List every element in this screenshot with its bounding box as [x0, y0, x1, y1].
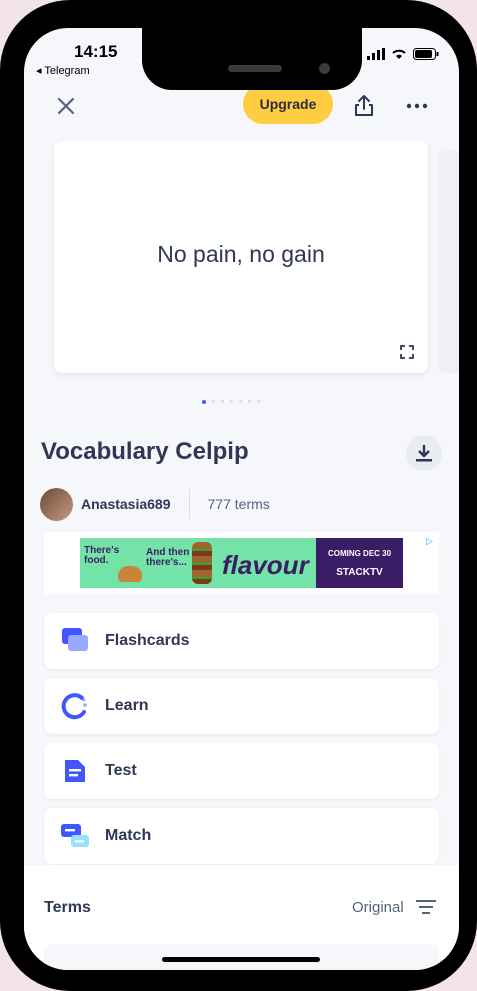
signal-icon — [367, 48, 385, 60]
camera — [319, 63, 330, 74]
speaker — [228, 65, 282, 72]
battery-icon — [413, 48, 439, 60]
more-options-icon[interactable] — [403, 94, 431, 118]
share-icon[interactable] — [350, 92, 378, 120]
phone-frame: 14:15 ◂ Telegram Upgrade No pain, no gai… — [0, 0, 477, 991]
match-icon — [61, 824, 89, 847]
study-mode-label: Flashcards — [105, 632, 190, 649]
set-title: Vocabulary Celpip — [41, 438, 249, 465]
ad-right-panel: COMING DEC 30 STACKTV — [316, 538, 403, 588]
expand-icon[interactable] — [400, 345, 414, 359]
author-row: Anastasia689 777 terms — [40, 487, 270, 521]
download-button[interactable] — [406, 435, 442, 471]
study-mode-flashcards[interactable]: Flashcards — [44, 613, 439, 669]
carousel-dot — [221, 400, 224, 403]
app-screen: 14:15 ◂ Telegram Upgrade No pain, no gai… — [24, 28, 459, 970]
carousel-dot — [239, 400, 242, 403]
study-mode-label: Learn — [105, 697, 149, 714]
home-indicator[interactable] — [162, 957, 320, 962]
tall-burger-image — [192, 542, 212, 584]
sort-filter-icon[interactable] — [416, 898, 436, 916]
carousel-dot — [248, 400, 251, 403]
wifi-icon — [392, 49, 406, 59]
study-mode-match[interactable]: Match — [44, 808, 439, 864]
ad-date-text: COMING DEC 30 — [327, 549, 392, 558]
upgrade-button[interactable]: Upgrade — [243, 84, 333, 124]
close-icon[interactable] — [52, 92, 80, 120]
terms-section: Terms Original — [24, 865, 459, 970]
ad-text-food: There's food. — [84, 545, 120, 566]
carousel-dots — [202, 400, 260, 404]
flashcard-text: No pain, no gain — [157, 241, 325, 267]
ad-info-icon[interactable]: ▷ — [426, 536, 436, 546]
status-icons — [367, 48, 439, 60]
ad-network-text: STACKTV — [336, 567, 383, 578]
flashcards-icon — [62, 628, 88, 651]
notch — [142, 28, 362, 90]
ad-left-panel: There's food. And then there's... flavour — [80, 538, 316, 588]
ad-banner-container: There's food. And then there's... flavour … — [44, 532, 439, 594]
avatar[interactable] — [40, 487, 73, 521]
terms-heading: Terms — [44, 899, 91, 916]
divider — [188, 489, 190, 519]
test-icon — [65, 760, 85, 782]
study-mode-test[interactable]: Test — [44, 743, 439, 799]
carousel-dot-active — [202, 400, 206, 404]
learn-icon — [61, 693, 87, 720]
next-flashcard-peek[interactable] — [438, 151, 459, 373]
study-mode-label: Match — [105, 827, 152, 844]
ad-text-theres: And then there's... — [146, 547, 190, 568]
download-icon — [416, 445, 432, 462]
term-count: 777 terms — [207, 496, 270, 512]
study-mode-learn[interactable]: Learn — [44, 678, 439, 734]
status-time: 14:15 — [74, 42, 118, 61]
ad-brand-logo: flavour — [222, 550, 309, 580]
study-modes-list: Flashcards Learn Test Match — [44, 613, 439, 873]
ad-banner[interactable]: There's food. And then there's... flavour … — [80, 538, 403, 588]
author-name[interactable]: Anastasia689 — [81, 496, 171, 512]
top-toolbar: Upgrade — [24, 84, 459, 124]
back-to-app-link[interactable]: ◂ Telegram — [36, 64, 90, 77]
flashcard-preview[interactable]: No pain, no gain — [54, 141, 428, 373]
carousel-dot — [212, 400, 215, 403]
carousel-dot — [257, 400, 260, 403]
burger-image — [118, 566, 142, 582]
carousel-dot — [230, 400, 233, 403]
sort-order-label[interactable]: Original — [352, 899, 404, 916]
study-mode-label: Test — [105, 762, 137, 779]
